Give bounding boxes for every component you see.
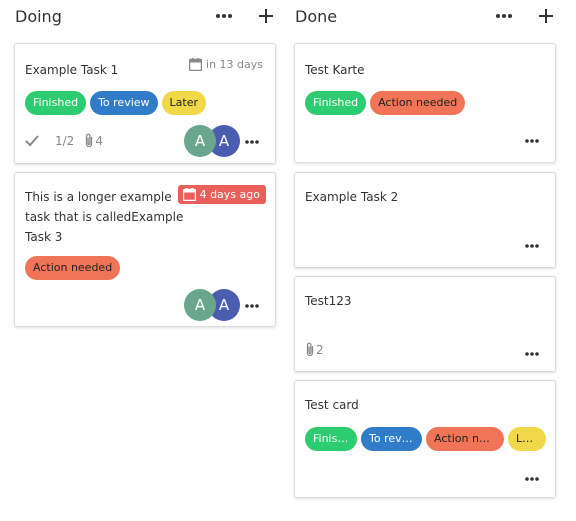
column-title: Done <box>295 6 338 26</box>
card-labels: Finish… To revi… Action need… La… <box>305 427 546 451</box>
card-title: Test123 <box>305 294 352 308</box>
column-more-icon[interactable] <box>490 2 518 30</box>
card-more-icon[interactable] <box>523 347 541 361</box>
card-test123[interactable]: Test123 2 <box>294 276 556 372</box>
card-more-icon[interactable] <box>523 472 541 486</box>
card-example-task-1[interactable]: Example Task 1 in 13 days Finished To re… <box>14 43 276 164</box>
card-title-line: This is a longer example <box>25 190 172 204</box>
label-finished: Finish… <box>305 427 357 451</box>
label-action-needed: Action needed <box>370 91 466 115</box>
card-meta: 2 <box>305 342 324 357</box>
card-title: Example Task 2 <box>305 190 399 204</box>
card-example-task-2[interactable]: Example Task 2 <box>294 172 556 268</box>
label-to-review: To review <box>90 91 158 115</box>
card-test-card[interactable]: Test card Finish… To revi… Action need… … <box>294 380 556 498</box>
column-header: Done <box>294 0 556 32</box>
due-date: in 13 days <box>189 58 263 71</box>
card-labels: Finished Action needed <box>305 91 466 115</box>
label-to-review: To revi… <box>361 427 422 451</box>
card-meta: 1/2 4 <box>25 133 103 148</box>
due-date-overdue: 4 days ago <box>177 185 266 204</box>
attachment-count: 2 <box>316 342 324 357</box>
label-later: Later <box>161 91 207 115</box>
card-example-task-3[interactable]: This is a longer example task that is ca… <box>14 172 276 327</box>
label-finished: Finished <box>305 91 367 115</box>
label-finished: Finished <box>25 91 87 115</box>
column-doing: Doing Example Task 1 in 13 days Finished… <box>14 0 276 327</box>
card-title-line: task that is calledExample <box>25 210 184 224</box>
avatar[interactable]: A <box>184 125 216 157</box>
checklist-count: 1/2 <box>55 133 75 148</box>
card-labels: Action needed <box>25 256 121 280</box>
add-card-plus-icon[interactable] <box>252 2 280 30</box>
due-date-text: in 13 days <box>206 58 263 71</box>
card-more-icon[interactable] <box>243 135 261 149</box>
avatar[interactable]: A <box>184 289 216 321</box>
card-title-line: Task 3 <box>25 230 63 244</box>
card-assignees: A A <box>184 125 240 157</box>
column-done: Done Test Karte Finished Action needed E… <box>294 0 556 498</box>
paperclip-icon <box>86 133 93 148</box>
paperclip-icon <box>306 342 314 357</box>
column-title: Doing <box>15 6 62 26</box>
card-title: Test Karte <box>305 63 365 77</box>
label-later: La… <box>508 427 546 451</box>
attachment-count: 4 <box>95 133 103 148</box>
calendar-icon <box>182 188 196 201</box>
card-assignees: A A <box>184 289 240 321</box>
card-labels: Finished To review Later <box>25 91 207 115</box>
column-more-icon[interactable] <box>210 2 238 30</box>
card-title: This is a longer example task that is ca… <box>25 187 183 247</box>
card-more-icon[interactable] <box>523 134 541 148</box>
card-more-icon[interactable] <box>523 239 541 253</box>
card-title: Test card <box>305 398 359 412</box>
check-icon <box>25 134 39 146</box>
card-title: Example Task 1 <box>25 63 119 77</box>
due-date-text: 4 days ago <box>199 188 260 201</box>
card-more-icon[interactable] <box>243 299 261 313</box>
column-header: Doing <box>14 0 276 32</box>
card-test-karte[interactable]: Test Karte Finished Action needed <box>294 43 556 163</box>
calendar-icon <box>189 58 203 71</box>
add-card-plus-icon[interactable] <box>532 2 560 30</box>
label-action-needed: Action need… <box>426 427 504 451</box>
label-action-needed: Action needed <box>25 256 121 280</box>
